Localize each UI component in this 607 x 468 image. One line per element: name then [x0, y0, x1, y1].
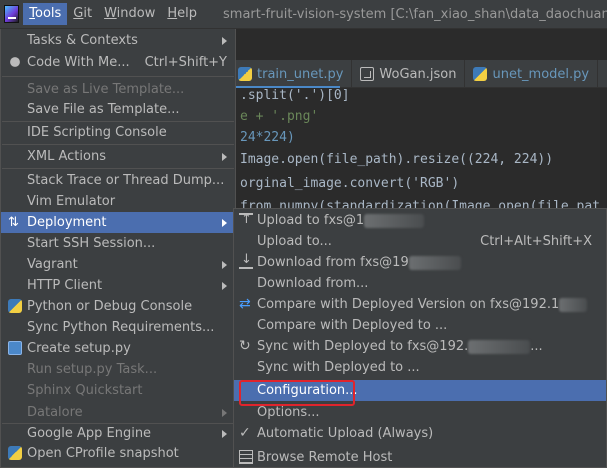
python-file-icon [473, 67, 488, 81]
redacted-text [408, 255, 461, 270]
menu-tools[interactable]: Tools [23, 3, 68, 25]
menu-item-sphinx-quickstart: Sphinx Quickstart [27, 383, 143, 398]
tab-wogan-json[interactable]: WoGan.json [352, 60, 466, 88]
redacted-text [468, 339, 531, 354]
menu-item-start-ssh-session[interactable]: Start SSH Session... [1, 233, 235, 254]
menu-item-http-client[interactable]: HTTP Client [1, 275, 235, 296]
json-file-icon [360, 67, 375, 81]
code-line: orginal_image.convert('RGB') [240, 176, 460, 191]
person-icon [10, 57, 20, 67]
check-icon [239, 426, 253, 440]
tab-unet-model[interactable]: unet_model.py [465, 60, 599, 88]
python-icon [8, 299, 22, 313]
menu-item-stack-trace[interactable]: Stack Trace or Thread Dump... [1, 170, 235, 191]
upload-icon [239, 212, 253, 227]
submenu-arrow-icon [222, 152, 227, 161]
sync-icon [239, 339, 253, 353]
submenu-arrow-icon [222, 281, 227, 290]
menu-separator [2, 168, 234, 169]
menu-separator [2, 76, 234, 77]
menu-item-code-with-me[interactable]: Code With Me... Ctrl+Shift+Y [1, 52, 235, 73]
editor-tab-bar: train_unet.py WoGan.json unet_model.py [230, 60, 607, 88]
menu-item-run-setup-py-task: Run setup.py Task... [27, 362, 158, 377]
tools-menu: Tasks & Contexts Code With Me... Ctrl+Shi… [0, 29, 236, 468]
submenu-item-automatic-upload[interactable]: Automatic Upload (Always) [234, 423, 606, 444]
deployment-submenu: Upload to fxs@1 Upload to...Ctrl+Alt+Shi… [233, 208, 607, 468]
code-line: Image.open(file_path).resize((224, 224)) [240, 152, 554, 167]
menu-item-deployment[interactable]: Deployment [1, 212, 235, 233]
submenu-item-sync-deployed-to[interactable]: Sync with Deployed to ... [234, 357, 606, 378]
profile-icon [8, 446, 22, 460]
submenu-arrow-icon [222, 408, 227, 417]
menu-item-python-debug-console[interactable]: Python or Debug Console [1, 296, 235, 317]
menu-item-save-live-template: Save as Live Template... [27, 82, 185, 97]
submenu-item-upload-to-server[interactable]: Upload to fxs@1 [234, 210, 606, 231]
compare-icon [239, 297, 253, 311]
code-line: 24*224) [240, 130, 295, 145]
menu-item-xml-actions[interactable]: XML Actions [1, 146, 235, 167]
menu-git[interactable]: Git [67, 3, 98, 25]
menu-separator [2, 144, 234, 145]
download-icon [239, 252, 253, 269]
deployment-icon [8, 215, 22, 229]
menu-item-create-setup-py[interactable]: Create setup.py [1, 338, 235, 359]
code-line: .split('.')[0] [240, 88, 350, 103]
menu-item-ide-scripting-console[interactable]: IDE Scripting Console [1, 122, 235, 143]
pycharm-logo-icon [4, 5, 20, 23]
menu-item-google-app-engine[interactable]: Google App Engine [1, 423, 235, 444]
menu-item-datalore: Datalore [1, 402, 235, 423]
submenu-item-configuration[interactable]: Configuration... [234, 380, 606, 406]
setup-icon [8, 341, 22, 355]
submenu-item-compare-deployed-to[interactable]: Compare with Deployed to ... [234, 315, 606, 336]
tab-train-unet[interactable]: train_unet.py [230, 60, 353, 88]
menu-bar: Tools Git Window Help smart-fruit-vision… [0, 0, 607, 29]
submenu-item-sync-deployed-server[interactable]: Sync with Deployed to fxs@192.... [234, 336, 606, 357]
menu-item-open-cprofile-snapshot[interactable]: Open CProfile snapshot [1, 443, 235, 464]
menu-item-sync-python-requirements[interactable]: Sync Python Requirements... [1, 317, 235, 338]
menu-item-vim-emulator[interactable]: Vim Emulator [1, 191, 235, 212]
submenu-arrow-icon [222, 218, 227, 227]
redacted-text [559, 297, 588, 312]
redacted-text [364, 213, 425, 228]
menu-window[interactable]: Window [98, 3, 161, 25]
browse-icon [239, 450, 253, 464]
submenu-item-options[interactable]: Options... [234, 402, 606, 423]
menu-help[interactable]: Help [161, 3, 203, 25]
submenu-arrow-icon [222, 260, 227, 269]
submenu-item-compare-deployed-version[interactable]: Compare with Deployed Version on fxs@192… [234, 294, 606, 315]
submenu-item-upload-to[interactable]: Upload to... Ctrl+Alt+Shift+X [234, 231, 606, 252]
submenu-item-download-from-server[interactable]: Download from fxs@19 [234, 252, 606, 273]
menu-item-tasks-contexts[interactable]: Tasks & Contexts [1, 30, 235, 51]
python-file-icon [238, 67, 252, 81]
code-line: e + '.png' [240, 109, 319, 124]
submenu-arrow-icon [222, 429, 227, 438]
menu-item-save-file-template[interactable]: Save File as Template... [1, 99, 235, 120]
submenu-item-browse-remote-host[interactable]: Browse Remote Host [234, 447, 606, 468]
submenu-arrow-icon [222, 36, 227, 45]
submenu-item-download-from[interactable]: Download from... [234, 273, 606, 294]
window-title: smart-fruit-vision-system [C:\fan_xiao_s… [223, 6, 607, 22]
menu-item-vagrant[interactable]: Vagrant [1, 254, 235, 275]
